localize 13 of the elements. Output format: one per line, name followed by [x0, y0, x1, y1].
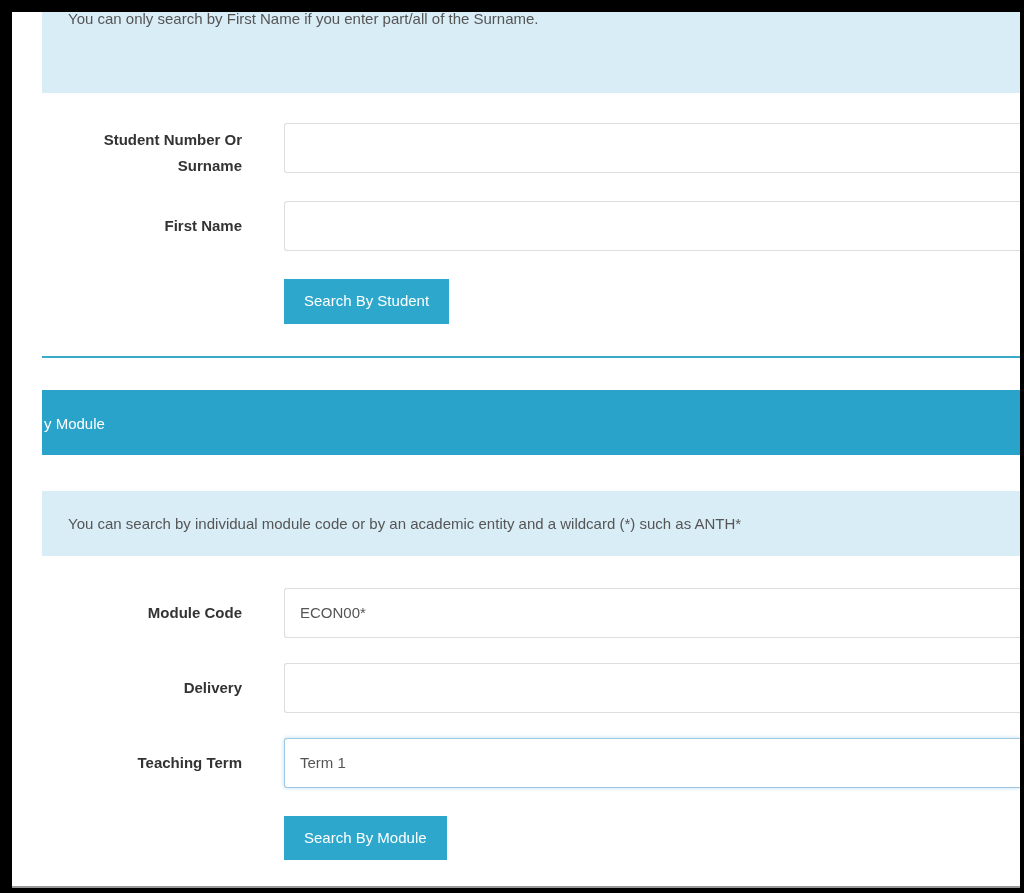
section-title: y Module	[44, 414, 105, 432]
input-field[interactable]: ECON00*	[284, 587, 1020, 638]
info-message: You can only search by First Name if you enter part/all of the Surname.	[42, 12, 1020, 93]
info-message: You can search by individual module code or by an academic entity and a wildcard (*) such as ANTH*	[42, 490, 1020, 556]
field-label: Teaching Term	[136, 752, 242, 773]
field-label: First Name	[163, 216, 242, 236]
input-field[interactable]	[284, 662, 1020, 713]
input-field[interactable]	[284, 201, 1020, 251]
input-field[interactable]: Term 1	[284, 737, 1020, 788]
field-label: Module Code	[146, 602, 242, 623]
field-label: Delivery	[182, 677, 242, 698]
field-label: Student Number Or Surname	[102, 130, 242, 176]
input-field[interactable]	[284, 123, 1020, 173]
